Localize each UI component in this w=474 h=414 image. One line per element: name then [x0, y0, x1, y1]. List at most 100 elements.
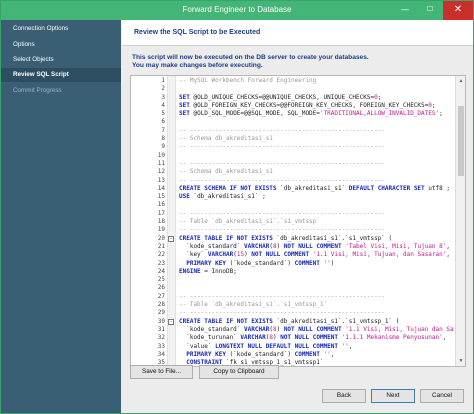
code-token: VARCHAR — [244, 242, 270, 250]
code-token: VARCHAR — [240, 334, 266, 342]
code-token: ) — [276, 325, 284, 333]
line-number: 14 — [157, 184, 165, 192]
line-number: 20 — [157, 234, 165, 242]
code-line: 28 -- Table `db_akreditasi_s1`.`s1_vmtssp… — [131, 301, 465, 309]
code-token: = InnoDB; — [200, 267, 237, 275]
code-line: 30- CREATE TABLE IF NOT EXISTS `db_akredi… — [131, 318, 465, 326]
back-button[interactable]: Back — [322, 389, 366, 403]
code-token: '1.1.1 Mekanisme Penyusunan' — [338, 334, 443, 342]
description-line-1: This script will now be executed on the … — [132, 54, 369, 61]
code-text: `value` LONGTEXT NULL DEFAULT NULL COMME… — [179, 343, 453, 351]
code-token: LONGTEXT NULL DEFAULT NULL COMMENT — [215, 342, 338, 350]
code-token: ) — [276, 242, 284, 250]
code-token: ; — [439, 110, 443, 118]
code-token: @OLD_SQL_MODE=@@SQL_MODE, SQL_MODE= — [189, 110, 320, 118]
code-token: NOT NULL COMMENT — [280, 334, 338, 342]
code-line: 1 -- MySQL Workbench Forward Engineering — [131, 77, 465, 85]
wizard-content: Review the SQL Script to be Executed Thi… — [122, 20, 473, 413]
line-number: 31 — [157, 325, 165, 333]
line-number: 24 — [157, 267, 165, 275]
code-text: USE `db_akreditasi_s1` ; — [179, 193, 453, 201]
scroll-up-icon[interactable]: ▲ — [456, 76, 465, 86]
code-token: 15 — [236, 251, 245, 259]
code-token: ; — [431, 101, 436, 109]
code-text: CREATE TABLE IF NOT EXISTS `db_akreditas… — [179, 235, 453, 243]
code-line: 13 -- -----------------------------------… — [131, 177, 465, 185]
code-text: SET @OLD_UNIQUE_CHECKS=@@UNIQUE_CHECKS, … — [179, 94, 453, 102]
code-line: 32 `kode_turunan` VARCHAR(8) NOT NULL CO… — [131, 334, 465, 342]
code-text: CREATE TABLE IF NOT EXISTS `db_akreditas… — [179, 318, 453, 326]
code-token: SET — [179, 93, 190, 101]
step-select-objects[interactable]: Select Objects — [1, 53, 121, 67]
code-token: `value` — [179, 342, 216, 350]
code-token: USE — [179, 193, 190, 201]
code-token: CREATE SCHEMA IF NOT EXISTS — [179, 184, 277, 192]
scroll-down-icon[interactable]: ▼ — [456, 356, 465, 366]
step-options[interactable]: Options — [1, 38, 121, 52]
line-number: 13 — [157, 176, 165, 184]
code-line: 9 -- ------------------------------------… — [131, 143, 465, 151]
code-token: PRIMARY KEY — [179, 259, 226, 267]
fold-toggle-icon[interactable]: - — [168, 318, 174, 325]
code-line: 27 -- -----------------------------------… — [131, 293, 465, 301]
code-text: SET @OLD_FOREIGN_KEY_CHECKS=@@FOREIGN_KE… — [179, 102, 453, 110]
scrollbar-thumb[interactable] — [458, 106, 464, 176]
line-number: 28 — [157, 301, 165, 309]
minimize-button[interactable]: — — [393, 1, 417, 20]
close-button[interactable]: ✕ — [443, 1, 473, 20]
code-token: -- -------------------------------------… — [179, 309, 385, 317]
code-token: -- Schema db_akreditasi_s1 — [179, 168, 273, 176]
line-number: 1 — [161, 77, 165, 84]
copy-to-clipboard-button[interactable]: Copy to Clipboard — [199, 365, 279, 379]
code-text: CREATE SCHEMA IF NOT EXISTS `db_akredita… — [179, 185, 453, 193]
fold-toggle-icon[interactable]: - — [168, 235, 174, 242]
code-line: 11 -- -----------------------------------… — [131, 160, 465, 168]
code-token: COMMENT — [294, 259, 320, 267]
code-token: `db_akreditasi_s1`.`s1_vmtssp_1` ( — [272, 317, 400, 325]
code-token: -- Schema db_akreditasi_s1 — [179, 135, 273, 143]
code-token: , — [446, 251, 450, 259]
save-to-file-button[interactable]: Save to File... — [130, 365, 193, 379]
code-text: `kode_standard` VARCHAR(8) NOT NULL COMM… — [179, 326, 453, 334]
code-token: , — [446, 242, 450, 250]
code-token: PRIMARY KEY — [179, 350, 226, 358]
page-title: Review the SQL Script to be Executed — [134, 29, 261, 36]
sql-script-editor[interactable]: 1 -- MySQL Workbench Forward Engineering 2… — [130, 75, 466, 367]
code-text: -- -------------------------------------… — [179, 127, 453, 135]
code-token: 'TRADITIONAL,ALLOW_INVALID_DATES' — [319, 110, 440, 118]
line-number: 10 — [157, 151, 165, 159]
line-number: 11 — [157, 159, 165, 167]
code-line: 3 SET @OLD_UNIQUE_CHECKS=@@UNIQUE_CHECKS,… — [131, 94, 465, 102]
step-connection-options[interactable]: Connection Options — [1, 22, 121, 36]
code-text: -- -------------------------------------… — [179, 293, 453, 301]
code-token: DEFAULT CHARACTER SET — [348, 184, 425, 192]
code-token: -- -------------------------------------… — [179, 126, 385, 134]
code-token: '1.1 Visi, Misi, Tujuan dan Sasaran' — [345, 325, 453, 333]
step-review-sql-script[interactable]: Review SQL Script — [1, 68, 121, 82]
code-token: -- MySQL Workbench Forward Engineering — [179, 77, 317, 84]
code-token: , — [330, 350, 335, 358]
code-text: -- -------------------------------------… — [179, 226, 453, 234]
code-line: 26 — [131, 284, 465, 292]
line-number: 34 — [157, 350, 165, 358]
code-line: 17 -- -----------------------------------… — [131, 210, 465, 218]
code-token: `db_akreditasi_s1` ; — [189, 193, 266, 201]
code-token: -- -------------------------------------… — [179, 143, 385, 151]
line-number: 16 — [157, 201, 165, 209]
code-token: ENGINE — [179, 267, 201, 275]
line-number: 7 — [161, 126, 165, 134]
code-line: 18 -- Table `db_akreditasi_s1`.`s1_vmtssp… — [131, 218, 465, 226]
line-number: 8 — [161, 135, 165, 143]
code-token: -- -------------------------------------… — [179, 159, 385, 167]
code-token: -- -------------------------------------… — [179, 176, 385, 184]
code-token: @OLD_FOREIGN_KEY_CHECKS=@@FOREIGN_KEY_CH… — [189, 101, 429, 109]
next-button[interactable]: Next — [371, 389, 415, 403]
code-line: 33 `value` LONGTEXT NULL DEFAULT NULL CO… — [131, 343, 465, 351]
vertical-scrollbar[interactable]: ▲ ▼ — [455, 76, 465, 366]
code-line: 4 SET @OLD_FOREIGN_KEY_CHECKS=@@FOREIGN_K… — [131, 102, 465, 110]
cancel-button[interactable]: Cancel — [420, 389, 464, 403]
page-header: Review the SQL Script to be Executed — [122, 20, 473, 46]
code-line: 31 `kode_standard` VARCHAR(8) NOT NULL C… — [131, 326, 465, 334]
code-token: `key` — [179, 251, 208, 259]
maximize-button[interactable]: ☐ — [418, 1, 442, 20]
